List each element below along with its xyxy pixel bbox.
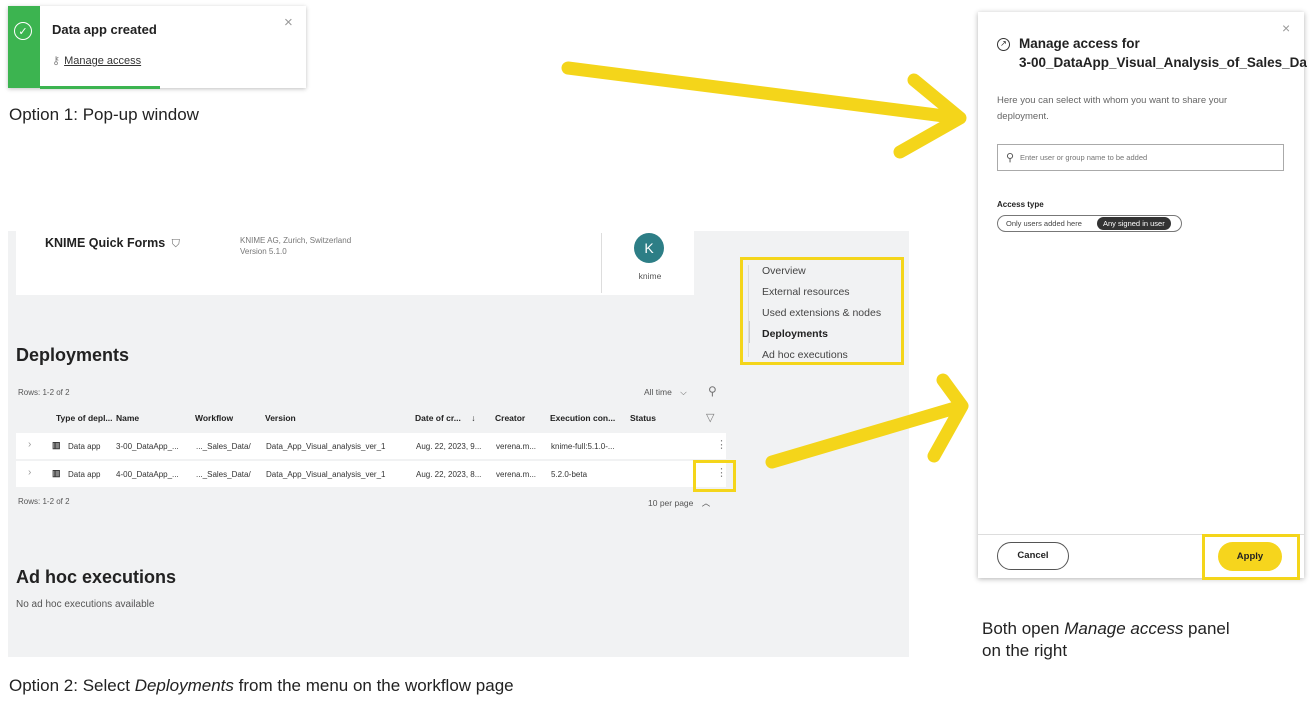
cell-execution: knime-full:5.1.0-... — [551, 442, 615, 451]
compass-icon: ↗ — [997, 38, 1010, 51]
column-header-version[interactable]: Version — [265, 413, 296, 423]
toast-status-stripe — [8, 6, 40, 88]
check-circle-icon: ✓ — [14, 22, 32, 40]
workflow-header-card: KNIME Quick Forms ⛉ KNIME AG, Zurich, Sw… — [16, 231, 694, 295]
panel-description: Here you can select with whom you want t… — [997, 95, 1228, 122]
workflow-title: KNIME Quick Forms ⛉ — [45, 236, 180, 251]
arrow-down-icon: ↓ — [471, 413, 476, 423]
caption-both-b: panel — [1183, 619, 1230, 638]
chevron-right-icon[interactable]: › — [28, 467, 31, 478]
caption-option2-a: Option 2: Select — [9, 676, 135, 695]
cell-workflow: ..._Sales_Data/ — [196, 470, 251, 479]
avatar[interactable]: K — [634, 233, 664, 263]
arrow-bottom-head — [927, 373, 969, 463]
column-header-creator[interactable]: Creator — [495, 413, 525, 423]
search-icon[interactable]: ⚲ — [708, 384, 717, 398]
caption-option2-b: from the menu on the workflow page — [233, 676, 514, 695]
arrow-top-shaft — [561, 61, 959, 124]
data-app-icon: ▥ — [52, 440, 61, 450]
rows-count-top: Rows: 1-2 of 2 — [18, 388, 70, 397]
per-page-dropdown[interactable]: 10 per page ︿ — [648, 497, 710, 509]
cell-name: 3-00_DataApp_... — [116, 442, 179, 451]
cancel-button[interactable]: Cancel — [997, 542, 1069, 570]
workflow-page: KNIME Quick Forms ⛉ KNIME AG, Zurich, Sw… — [8, 231, 909, 657]
user-search-input[interactable] — [1020, 149, 1280, 166]
close-icon[interactable]: × — [1282, 20, 1290, 36]
caption-option2: Option 2: Select Deployments from the me… — [9, 676, 514, 696]
chevron-down-icon: ⌵ — [680, 387, 687, 397]
column-header-date-label: Date of cr... — [415, 413, 461, 423]
toast-progress-bar — [40, 86, 160, 89]
cell-workflow: ..._Sales_Data/ — [196, 442, 251, 451]
cell-creator: verena.m... — [496, 442, 537, 451]
cell-name: 4-00_DataApp_... — [116, 470, 179, 479]
caption-both-line2: on the right — [982, 641, 1068, 660]
cell-date: Aug. 22, 2023, 9... — [416, 442, 482, 451]
chevron-right-icon[interactable]: › — [28, 439, 31, 450]
access-type-toggle[interactable]: Only users added here Any signed in user — [997, 215, 1182, 232]
access-option-any-signed-in[interactable]: Any signed in user — [1097, 217, 1171, 230]
column-header-name[interactable]: Name — [116, 413, 139, 423]
caption-both-em: Manage access — [1064, 619, 1184, 638]
cell-version: Data_App_Visual_analysis_ver_1 — [266, 442, 386, 451]
more-options-highlight — [693, 460, 736, 492]
panel-title-line1: Manage access for — [1019, 36, 1140, 51]
access-option-only-users[interactable]: Only users added here — [1006, 219, 1082, 228]
access-type-label: Access type — [997, 200, 1044, 209]
menu-item-used-extensions[interactable]: Used extensions & nodes — [762, 307, 881, 319]
menu-item-overview[interactable]: Overview — [762, 265, 806, 277]
panel-title-line2: 3-00_DataApp_Visual_Analysis_of_Sales_Da — [1019, 55, 1307, 70]
more-options-icon[interactable]: ⋮ — [716, 438, 727, 451]
arrow-top-head — [893, 73, 967, 159]
avatar-name: knime — [638, 271, 662, 281]
ad-hoc-heading: Ad hoc executions — [16, 567, 177, 587]
column-header-workflow[interactable]: Workflow — [195, 413, 233, 423]
workflow-owner: KNIME AG, Zurich, Switzerland — [240, 236, 352, 245]
column-header-type[interactable]: Type of depl... — [56, 413, 113, 423]
ad-hoc-empty-message: No ad hoc executions available — [16, 599, 155, 610]
cell-date: Aug. 22, 2023, 8... — [416, 470, 482, 479]
data-app-icon: ▥ — [52, 468, 61, 478]
filter-icon[interactable]: ▽ — [706, 411, 714, 424]
shield-icon: ⛉ — [171, 238, 180, 250]
manage-access-link-label[interactable]: Manage access — [64, 55, 141, 67]
toast-title: Data app created — [52, 22, 157, 37]
menu-item-deployments[interactable]: Deployments — [762, 328, 828, 340]
workflow-version: Version 5.1.0 — [240, 247, 287, 256]
column-header-execution[interactable]: Execution con... — [550, 413, 615, 423]
cell-type: Data app — [68, 442, 101, 451]
caption-option2-em: Deployments — [134, 676, 234, 695]
time-filter-label: All time — [644, 387, 672, 397]
deployments-heading: Deployments — [16, 345, 130, 365]
user-search-field[interactable]: ⚲ — [997, 144, 1284, 171]
per-page-label: 10 per page — [648, 498, 694, 508]
column-header-status[interactable]: Status — [630, 413, 656, 423]
manage-access-link[interactable]: ⚷ Manage access — [52, 54, 141, 67]
manage-access-panel: × ↗ Manage access for 3-00_DataApp_Visua… — [978, 12, 1307, 580]
menu-track — [748, 265, 749, 357]
table-row[interactable]: › ▥ Data app 4-00_DataApp_... ..._Sales_… — [16, 461, 727, 487]
key-icon: ⚷ — [52, 55, 61, 67]
toast-notification: ✓ Data app created × ⚷ Manage access — [8, 6, 306, 89]
cell-type: Data app — [68, 470, 101, 479]
caption-both: Both open Manage access panel on the rig… — [982, 618, 1230, 662]
workflow-title-text: KNIME Quick Forms — [45, 236, 166, 250]
time-filter-dropdown[interactable]: All time ⌵ — [644, 387, 687, 398]
rows-count-bottom: Rows: 1-2 of 2 — [18, 497, 70, 506]
menu-item-ad-hoc-executions[interactable]: Ad hoc executions — [762, 349, 848, 361]
column-header-date[interactable]: Date of cr... ↓ — [415, 413, 475, 423]
caption-option1: Option 1: Pop-up window — [9, 105, 199, 124]
cell-version: Data_App_Visual_analysis_ver_1 — [266, 470, 386, 479]
caption-both-a: Both open — [982, 619, 1065, 638]
workflow-meta: KNIME AG, Zurich, Switzerland Version 5.… — [240, 235, 351, 257]
search-icon: ⚲ — [1006, 152, 1015, 164]
menu-item-external-resources[interactable]: External resources — [762, 286, 850, 298]
divider — [601, 233, 602, 293]
table-row[interactable]: › ▥ Data app 3-00_DataApp_... ..._Sales_… — [16, 433, 727, 459]
cell-creator: verena.m... — [496, 470, 537, 479]
chevron-up-icon: ︿ — [701, 498, 711, 508]
close-icon[interactable]: × — [284, 14, 293, 31]
cell-execution: 5.2.0-beta — [551, 470, 588, 479]
apply-button[interactable]: Apply — [1218, 542, 1282, 571]
